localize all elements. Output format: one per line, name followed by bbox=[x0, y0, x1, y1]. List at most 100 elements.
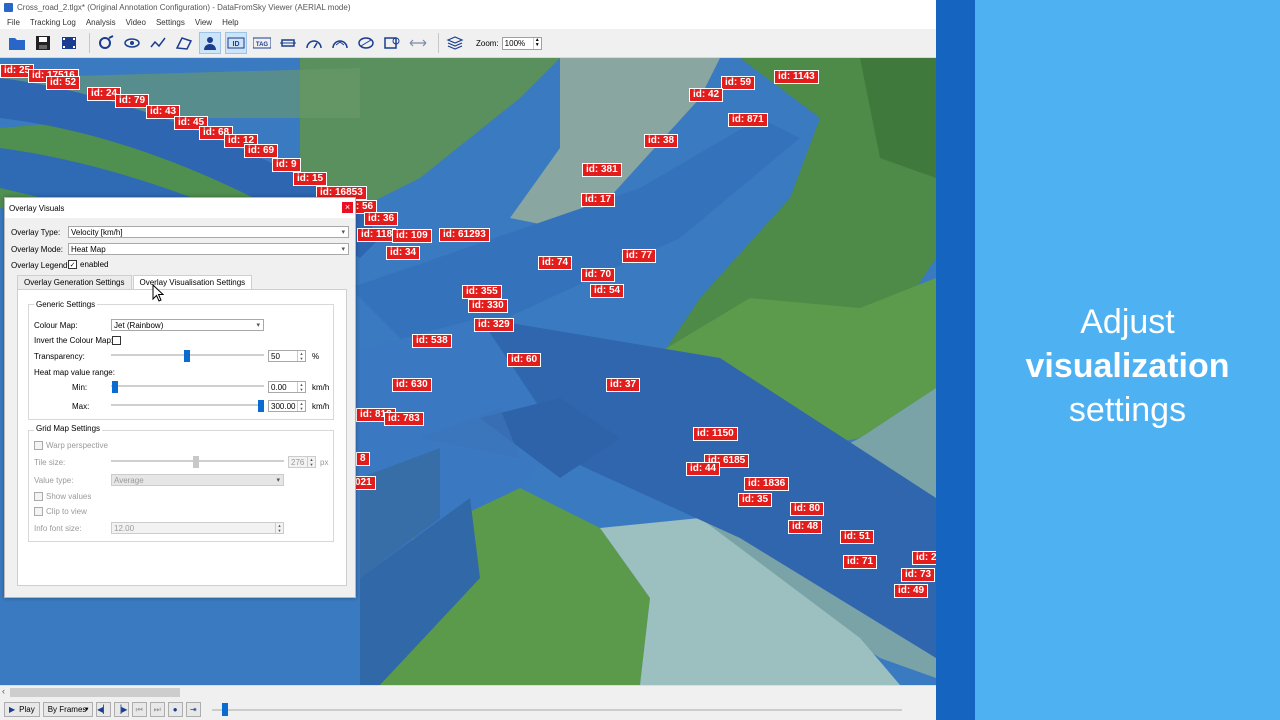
tile-size-slider[interactable] bbox=[111, 456, 284, 468]
layers-button[interactable] bbox=[444, 32, 466, 54]
tab-generation-settings[interactable]: Overlay Generation Settings bbox=[17, 275, 132, 289]
menu-tracking-log[interactable]: Tracking Log bbox=[25, 18, 81, 27]
colour-map-select[interactable]: Jet (Rainbow) ▾ bbox=[111, 319, 264, 331]
track-id-label[interactable]: id: 54 bbox=[590, 284, 625, 298]
track-id-label[interactable]: id: 52 bbox=[46, 76, 81, 90]
speed-button[interactable] bbox=[303, 32, 325, 54]
transparency-spinbox[interactable]: 50 ▲ ▼ bbox=[268, 350, 306, 362]
track-id-label[interactable]: id: 71 bbox=[843, 555, 878, 569]
track-id-label[interactable]: id: 42 bbox=[689, 88, 724, 102]
track-id-label[interactable]: id: 80 bbox=[790, 502, 825, 516]
clip-to-view-checkbox[interactable]: Clip to view bbox=[34, 507, 87, 516]
spinner-arrows[interactable]: ▲ ▼ bbox=[307, 457, 315, 467]
track-id-label[interactable]: id: 77 bbox=[622, 249, 657, 263]
export-frame-button[interactable]: ⇥ bbox=[185, 702, 201, 717]
track-id-label[interactable]: id: 355 bbox=[462, 285, 502, 299]
slider-handle[interactable] bbox=[112, 381, 118, 393]
invert-colour-map-checkbox[interactable] bbox=[112, 336, 121, 345]
scroll-left-icon[interactable]: ‹ bbox=[2, 686, 5, 696]
track-id-label[interactable]: id: 109 bbox=[392, 229, 432, 243]
gate-button[interactable] bbox=[277, 32, 299, 54]
tile-size-spinbox[interactable]: 276 ▲ ▼ bbox=[288, 456, 316, 468]
track-id-label[interactable]: id: 17 bbox=[581, 193, 616, 207]
overlay-mode-select[interactable]: Heat Map ▾ bbox=[68, 243, 349, 255]
track-id-label[interactable]: id: 60 bbox=[507, 353, 542, 367]
track-id-label[interactable]: id: 1143 bbox=[774, 70, 819, 84]
track-id-label[interactable]: 8 bbox=[356, 452, 370, 466]
record-button[interactable]: ● bbox=[167, 702, 183, 717]
track-id-label[interactable]: id: 38 bbox=[644, 134, 679, 148]
menu-settings[interactable]: Settings bbox=[151, 18, 190, 27]
transparency-slider[interactable] bbox=[111, 350, 264, 362]
save-button[interactable] bbox=[32, 32, 54, 54]
track-id-label[interactable]: id: 37 bbox=[606, 378, 641, 392]
slider-handle[interactable] bbox=[184, 350, 190, 362]
track-id-label[interactable]: id: 35 bbox=[738, 493, 773, 507]
go-start-button[interactable]: ⏮ bbox=[131, 702, 147, 717]
track-id-label[interactable]: id: 329 bbox=[474, 318, 514, 332]
spinner-arrows[interactable]: ▲ ▼ bbox=[297, 351, 305, 361]
menu-view[interactable]: View bbox=[190, 18, 217, 27]
track-id-label[interactable]: id: 49 bbox=[894, 584, 929, 598]
play-button[interactable]: ▶ Play bbox=[4, 702, 40, 717]
scroll-thumb[interactable] bbox=[10, 688, 180, 697]
warp-perspective-checkbox[interactable]: Warp perspective bbox=[34, 441, 108, 450]
max-spinbox[interactable]: 300.00 ▲ ▼ bbox=[268, 400, 306, 412]
track-id-label[interactable]: id: 783 bbox=[384, 412, 424, 426]
track-id-label[interactable]: id: 15 bbox=[293, 172, 328, 186]
zoom-region-button[interactable] bbox=[381, 32, 403, 54]
close-icon[interactable]: × bbox=[342, 202, 353, 213]
slider-handle[interactable] bbox=[258, 400, 264, 412]
show-id-button[interactable]: ID bbox=[225, 32, 247, 54]
value-type-select[interactable]: Average ▾ bbox=[111, 474, 284, 486]
info-font-size-spinbox[interactable]: 12.00 ▲ ▼ bbox=[111, 522, 284, 534]
spinner-arrows[interactable]: ▲ ▼ bbox=[275, 523, 283, 533]
track-id-label[interactable]: id: 74 bbox=[538, 256, 573, 270]
track-id-label[interactable]: id: 36 bbox=[364, 212, 399, 226]
track-id-label[interactable]: id: 70 bbox=[581, 268, 616, 282]
timeline-slider[interactable] bbox=[211, 702, 902, 717]
track-id-label[interactable]: id: 51 bbox=[840, 530, 875, 544]
overlay-type-select[interactable]: Velocity [km/h] ▾ bbox=[68, 226, 349, 238]
visibility-button[interactable] bbox=[121, 32, 143, 54]
track-id-label[interactable]: id: 1836 bbox=[744, 477, 790, 491]
track-id-label[interactable]: id: 61293 bbox=[439, 228, 490, 242]
track-id-label[interactable]: id: 69 bbox=[244, 144, 279, 158]
track-id-label[interactable]: id: 21 bbox=[912, 551, 936, 565]
menu-analysis[interactable]: Analysis bbox=[81, 18, 121, 27]
slider-handle[interactable] bbox=[193, 456, 199, 468]
track-id-label[interactable]: id: 48 bbox=[788, 520, 823, 534]
track-id-label[interactable]: id: 34 bbox=[386, 246, 421, 260]
track-id-label[interactable]: id: 79 bbox=[115, 94, 150, 108]
trajectory-button[interactable] bbox=[147, 32, 169, 54]
track-id-label[interactable]: id: 59 bbox=[721, 76, 756, 90]
show-tag-button[interactable]: TAG bbox=[251, 32, 273, 54]
go-end-button[interactable]: ⏭ bbox=[149, 702, 165, 717]
menu-video[interactable]: Video bbox=[121, 18, 151, 27]
area-button[interactable] bbox=[173, 32, 195, 54]
video-button[interactable] bbox=[58, 32, 80, 54]
track-id-label[interactable]: id: 9 bbox=[272, 158, 301, 172]
distance-button[interactable] bbox=[407, 32, 429, 54]
track-id-label[interactable]: id: 44 bbox=[686, 462, 721, 476]
tab-visualisation-settings[interactable]: Overlay Visualisation Settings bbox=[132, 275, 253, 289]
timeline-handle[interactable] bbox=[221, 703, 228, 716]
min-spinbox[interactable]: 0.00 ▲ ▼ bbox=[268, 381, 306, 393]
spinner-arrows[interactable]: ▲ ▼ bbox=[297, 382, 305, 392]
menu-help[interactable]: Help bbox=[217, 18, 243, 27]
track-id-label[interactable]: id: 538 bbox=[412, 334, 452, 348]
zoom-input[interactable]: 100% ▲ ▼ bbox=[501, 36, 542, 50]
frame-mode-select[interactable]: By Frames ▼ bbox=[42, 702, 93, 717]
show-values-checkbox[interactable]: Show values bbox=[34, 492, 91, 501]
track-id-label[interactable]: id: 330 bbox=[468, 299, 508, 313]
menu-file[interactable]: File bbox=[2, 18, 25, 27]
person-button[interactable] bbox=[199, 32, 221, 54]
step-back-button[interactable]: ◀▏ bbox=[95, 702, 111, 717]
spinner-arrows[interactable]: ▲ ▼ bbox=[297, 401, 305, 411]
track-id-label[interactable]: id: 871 bbox=[728, 113, 768, 127]
horizontal-scrollbar[interactable]: ‹ bbox=[0, 685, 936, 699]
flow-button[interactable] bbox=[329, 32, 351, 54]
track-id-label[interactable]: id: 118 bbox=[357, 228, 397, 242]
open-folder-button[interactable] bbox=[6, 32, 28, 54]
od-button[interactable] bbox=[355, 32, 377, 54]
